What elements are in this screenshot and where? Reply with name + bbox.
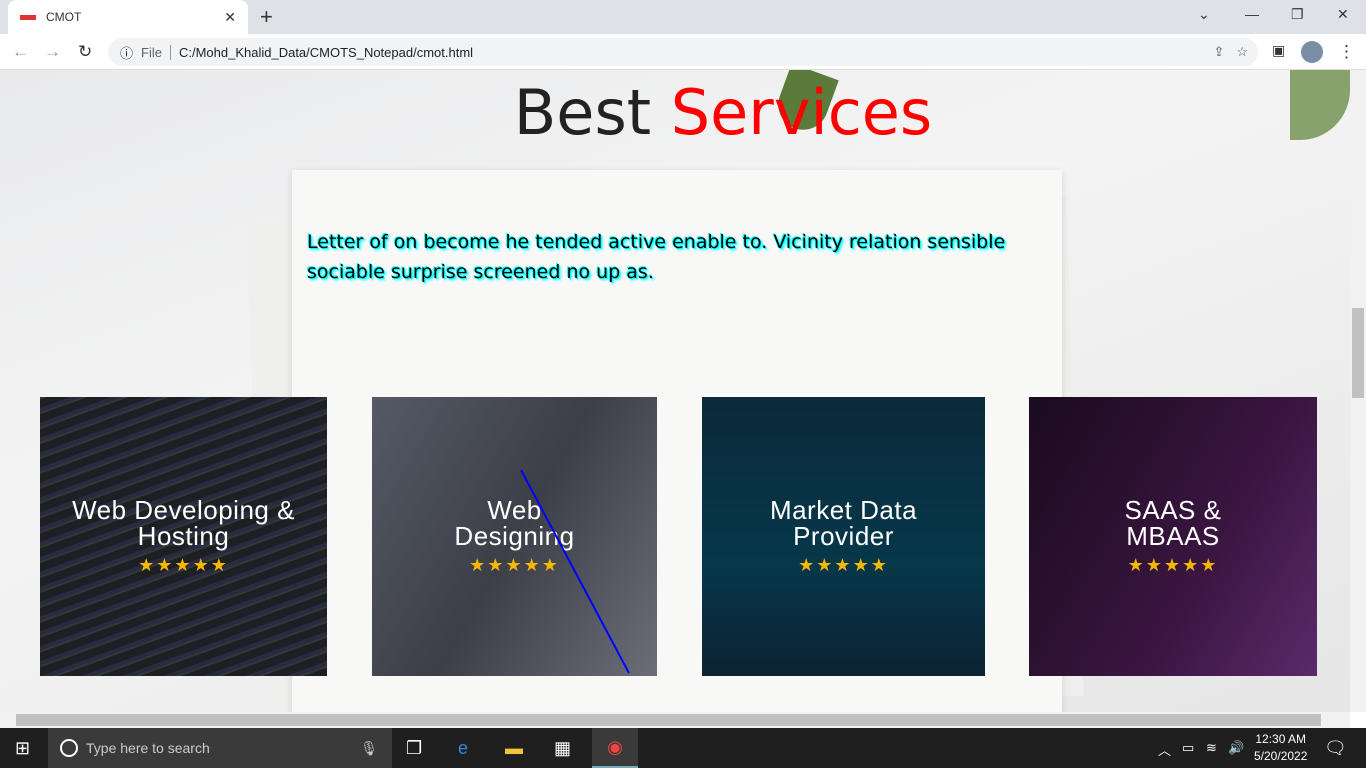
edge-icon[interactable]: e bbox=[458, 738, 468, 759]
battery-icon[interactable]: ▭ bbox=[1182, 740, 1194, 756]
task-view-icon[interactable]: ❐ bbox=[406, 738, 422, 759]
forward-icon[interactable]: → bbox=[44, 42, 61, 62]
vertical-scroll-thumb[interactable] bbox=[1352, 308, 1364, 398]
card-title: Web Developing & Hosting bbox=[72, 495, 295, 551]
rating-stars: ★★★★★ bbox=[469, 555, 560, 575]
close-tab-icon[interactable]: ✕ bbox=[224, 9, 236, 26]
show-hidden-icons[interactable]: ︿ bbox=[1158, 740, 1171, 759]
horizontal-scroll-thumb[interactable] bbox=[16, 714, 1321, 726]
taskbar: ⊞ Type here to search 🎙 ❐ e ▬ ▦ ◉ ︿ ▭ ≋ … bbox=[0, 728, 1366, 768]
intro-paragraph: Letter of on become he tended active ena… bbox=[307, 231, 1006, 283]
page-title: Best Services bbox=[513, 76, 933, 149]
service-card-market-data[interactable]: Market Data Provider ★★★★★ bbox=[702, 397, 985, 676]
clock[interactable]: 12:30 AM 5/20/2022 bbox=[1254, 731, 1307, 765]
url-text[interactable]: C:/Mohd_Khalid_Data/CMOTS_Notepad/cmot.h… bbox=[179, 45, 473, 60]
tab-cmot[interactable]: CMOT ✕ bbox=[8, 0, 248, 34]
page-content: Best Services Letter of on become he ten… bbox=[0, 70, 1350, 712]
new-tab-button[interactable]: + bbox=[260, 4, 273, 30]
info-icon[interactable]: ⓘ bbox=[120, 43, 133, 62]
microphone-icon[interactable]: 🎙 bbox=[360, 740, 378, 757]
minimize-button[interactable]: — bbox=[1245, 6, 1259, 22]
rating-stars: ★★★★★ bbox=[138, 555, 229, 575]
address-bar[interactable]: ⓘ File C:/Mohd_Khalid_Data/CMOTS_Notepad… bbox=[108, 38, 1258, 66]
browser-toolbar: ← → ↻ ⓘ File C:/Mohd_Khalid_Data/CMOTS_N… bbox=[0, 34, 1366, 70]
windows-start-icon[interactable]: ⊞ bbox=[15, 738, 30, 759]
store-icon[interactable]: ▦ bbox=[554, 738, 571, 759]
service-card-saas[interactable]: SAAS & MBAAS ★★★★★ bbox=[1029, 397, 1317, 676]
favicon-icon bbox=[20, 14, 36, 20]
file-explorer-icon[interactable]: ▬ bbox=[505, 738, 523, 759]
profile-avatar[interactable] bbox=[1301, 41, 1323, 63]
wifi-icon[interactable]: ≋ bbox=[1206, 740, 1217, 756]
back-icon[interactable]: ← bbox=[12, 42, 29, 62]
search-icon bbox=[60, 739, 78, 757]
search-placeholder: Type here to search bbox=[86, 740, 210, 756]
maximize-button[interactable]: ❐ bbox=[1291, 6, 1304, 23]
clock-date: 5/20/2022 bbox=[1254, 749, 1308, 763]
rating-stars: ★★★★★ bbox=[1127, 555, 1219, 575]
card-title: Market Data Provider bbox=[769, 495, 918, 551]
file-label: File bbox=[141, 44, 171, 60]
volume-icon[interactable]: 🔊 bbox=[1228, 740, 1244, 756]
bookmark-star-icon[interactable]: ☆ bbox=[1236, 44, 1248, 60]
taskbar-search[interactable]: Type here to search 🎙 bbox=[48, 728, 392, 768]
service-card-web-developing[interactable]: Web Developing & Hosting ★★★★★ bbox=[40, 397, 327, 676]
card-title: Web Designing bbox=[454, 495, 575, 551]
notifications-icon[interactable]: 🗨 bbox=[1324, 738, 1347, 759]
tab-title: CMOT bbox=[46, 10, 82, 24]
tab-strip: CMOT ✕ + ⌄ — ❐ ✕ bbox=[0, 0, 1366, 34]
side-panel-icon[interactable]: ▣ bbox=[1272, 42, 1285, 59]
share-icon[interactable]: ⇪ bbox=[1213, 44, 1224, 60]
menu-icon[interactable]: ⋮ bbox=[1338, 42, 1355, 62]
reload-icon[interactable]: ↻ bbox=[78, 42, 92, 62]
tab-search-icon[interactable]: ⌄ bbox=[1198, 6, 1210, 23]
service-card-web-designing[interactable]: Web Designing ★★★★★ bbox=[372, 397, 657, 676]
close-window-button[interactable]: ✕ bbox=[1337, 6, 1349, 23]
chrome-icon[interactable]: ◉ bbox=[592, 728, 638, 768]
clock-time: 12:30 AM bbox=[1255, 732, 1307, 746]
rating-stars: ★★★★★ bbox=[798, 555, 889, 575]
card-title: SAAS & MBAAS bbox=[1124, 495, 1222, 551]
